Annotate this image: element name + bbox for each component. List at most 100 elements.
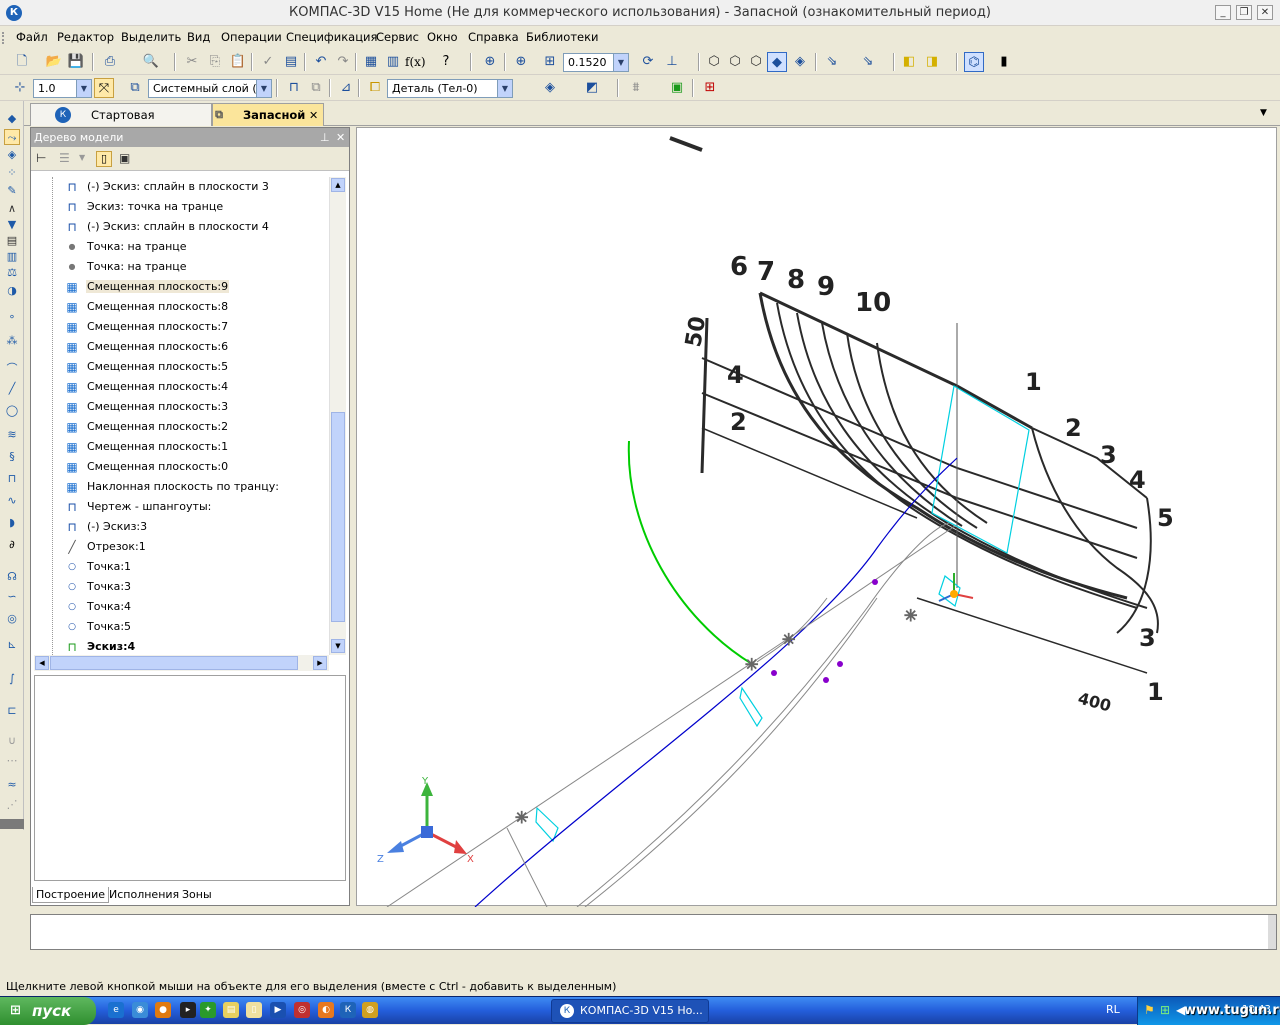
- toolbar-scroll-tab[interactable]: [0, 819, 24, 829]
- menu-specification[interactable]: Спецификация: [286, 30, 377, 44]
- rotate-icon[interactable]: ⟳: [638, 52, 658, 72]
- menu-help[interactable]: Справка: [468, 30, 519, 44]
- ie-icon[interactable]: e: [108, 1002, 124, 1018]
- tree-item[interactable]: ○ Точка:4: [34, 597, 330, 617]
- arrays-icon[interactable]: ⁘: [4, 165, 20, 181]
- thin-lines-icon[interactable]: ⬡: [746, 52, 766, 72]
- tree-vertical-scrollbar[interactable]: ▲ ▼: [329, 177, 346, 655]
- pointer-filter-icon[interactable]: ⇘: [858, 52, 878, 72]
- zoom-window-icon[interactable]: ⊕: [480, 52, 500, 72]
- tree-window-icon[interactable]: ▣: [119, 151, 130, 165]
- tree-item[interactable]: ▦ Смещенная плоскость:3: [34, 397, 330, 417]
- cube-yellow-icon[interactable]: ◧: [899, 52, 919, 72]
- pin-icon[interactable]: ⊥: [320, 128, 330, 147]
- start-button[interactable]: ⊞ пуск: [0, 997, 96, 1025]
- tray-flag-icon[interactable]: ⚑: [1144, 1003, 1155, 1017]
- hidden-lines-icon[interactable]: ⬡: [725, 52, 745, 72]
- tree-item[interactable]: ▦ Смещенная плоскость:7: [34, 317, 330, 337]
- taskbar-kompas-window[interactable]: К КОМПАС-3D V15 Ho...: [551, 999, 709, 1023]
- properties-panel[interactable]: [30, 914, 1277, 950]
- trim-icon[interactable]: ∪: [4, 733, 20, 749]
- tab-zapasnoy[interactable]: ⧉ Запасной ✕: [212, 103, 324, 126]
- redo-icon[interactable]: ↷: [333, 52, 353, 72]
- part-select[interactable]: Деталь (Тел-0) ▼: [387, 79, 513, 98]
- chevron-down-icon[interactable]: ▼: [79, 153, 85, 162]
- tree-item[interactable]: ⊓ Эскиз: точка на транце: [34, 197, 330, 217]
- kompas-quick-icon[interactable]: К: [340, 1002, 356, 1018]
- document-icon[interactable]: ▯: [246, 1002, 262, 1018]
- curves-icon[interactable]: ⤳: [4, 129, 20, 145]
- helix-icon[interactable]: ≋: [4, 427, 20, 443]
- aux-geometry-icon[interactable]: ∧: [4, 201, 20, 217]
- menu-service[interactable]: Сервис: [376, 30, 419, 44]
- tab-versions[interactable]: Исполнения: [106, 887, 182, 903]
- shadow-icon[interactable]: ⩩: [626, 78, 646, 98]
- copy-icon[interactable]: ⎘: [205, 52, 225, 72]
- line-icon[interactable]: ╱: [4, 381, 20, 397]
- tree-structure-icon[interactable]: ⊢: [36, 151, 46, 165]
- properties-icon[interactable]: ✓: [258, 52, 278, 72]
- split-icon[interactable]: ⋯: [4, 753, 20, 769]
- scroll-left-icon[interactable]: ◀: [35, 656, 49, 670]
- list-icon[interactable]: ▤: [281, 52, 301, 72]
- grid-icon[interactable]: ⊹: [10, 78, 30, 98]
- tree-item[interactable]: ⊓ (-) Эскиз:3: [34, 517, 330, 537]
- tabs-menu-chevron-icon[interactable]: ▼: [1260, 108, 1267, 118]
- scroll-up-icon[interactable]: ▲: [331, 178, 345, 192]
- variables-icon[interactable]: ▥: [383, 52, 403, 72]
- tree-item[interactable]: ▦ Смещенная плоскость:1: [34, 437, 330, 457]
- open-file-icon[interactable]: 📂: [44, 52, 64, 72]
- disc-icon[interactable]: ◎: [294, 1002, 310, 1018]
- save-icon[interactable]: 💾: [66, 52, 86, 72]
- restore-button[interactable]: ❐: [1236, 5, 1252, 20]
- joint-icon[interactable]: ⊏: [4, 703, 20, 719]
- wave-curve-icon[interactable]: ∽: [4, 589, 20, 605]
- language-indicator[interactable]: RL: [1106, 1003, 1120, 1016]
- tree-item[interactable]: ▦ Смещенная плоскость:0: [34, 457, 330, 477]
- tree-item[interactable]: ▦ Смещенная плоскость:5: [34, 357, 330, 377]
- minimize-button[interactable]: _: [1215, 5, 1231, 20]
- tree-item[interactable]: ⊓ (-) Эскиз: сплайн в плоскости 4: [34, 217, 330, 237]
- wireframe-icon[interactable]: ⬡: [704, 52, 724, 72]
- fx-button[interactable]: f(x): [405, 52, 426, 72]
- dimension-icon[interactable]: ⊞: [700, 78, 720, 98]
- undo-icon[interactable]: ↶: [311, 52, 331, 72]
- messenger-icon[interactable]: ◉: [132, 1002, 148, 1018]
- filter-funnel-icon[interactable]: ▼: [4, 217, 20, 233]
- new-file-icon[interactable]: 🗋: [12, 52, 32, 72]
- menu-operations[interactable]: Операции: [221, 30, 282, 44]
- circle-icon[interactable]: ◯: [4, 403, 20, 419]
- spec-icon[interactable]: ▥: [4, 249, 20, 265]
- model-viewport[interactable]: 6 7 8 9 10 1 2 3 4 5 4 2 3 1 50 400 ✳ ✳ …: [356, 127, 1277, 907]
- green-cube-icon[interactable]: ▣: [667, 78, 687, 98]
- break-icon[interactable]: ⋰: [4, 797, 20, 813]
- zoom-select[interactable]: 0.1520 ▼: [563, 53, 629, 72]
- part-icon[interactable]: ⧠: [365, 78, 385, 98]
- blender-icon[interactable]: ◐: [318, 1002, 334, 1018]
- tree-item[interactable]: ● Точка: на транце: [34, 237, 330, 257]
- magnet-icon[interactable]: ⌬: [964, 52, 984, 72]
- menu-view[interactable]: Вид: [187, 30, 210, 44]
- print-preview-icon[interactable]: 🔍: [141, 52, 161, 72]
- tree-item[interactable]: ⊓ (-) Эскиз: сплайн в плоскости 3: [34, 177, 330, 197]
- bend-icon[interactable]: ≈: [4, 777, 20, 793]
- view-cube-icon[interactable]: ◆: [4, 111, 20, 127]
- tab-construction[interactable]: Построение: [32, 887, 110, 903]
- tree-item-current[interactable]: ⊓ Эскиз:4: [34, 637, 330, 655]
- pen-icon[interactable]: ✎: [4, 183, 20, 199]
- zoom-in-icon[interactable]: ⊕: [511, 52, 531, 72]
- close-icon[interactable]: ✕: [336, 128, 345, 147]
- snap-icon[interactable]: ⤧: [94, 78, 114, 98]
- tree-sort-icon[interactable]: ☰: [59, 151, 70, 165]
- tree-item[interactable]: ▦ Смещенная плоскость:2: [34, 417, 330, 437]
- tree-item[interactable]: ● Точка: на транце: [34, 257, 330, 277]
- app-logo-icon[interactable]: К: [6, 5, 22, 21]
- manager-icon[interactable]: ▦: [361, 52, 381, 72]
- scroll-thumb[interactable]: [50, 656, 298, 670]
- function-curve-icon[interactable]: ∂: [4, 537, 20, 553]
- close-window-button[interactable]: ✕: [1257, 5, 1273, 20]
- rotate-view-icon[interactable]: ◑: [4, 283, 20, 299]
- edit-sketch-icon[interactable]: ⧉: [306, 78, 326, 98]
- green-app-icon[interactable]: ✦: [200, 1002, 216, 1018]
- tree-item[interactable]: ▦ Наклонная плоскость по транцу:: [34, 477, 330, 497]
